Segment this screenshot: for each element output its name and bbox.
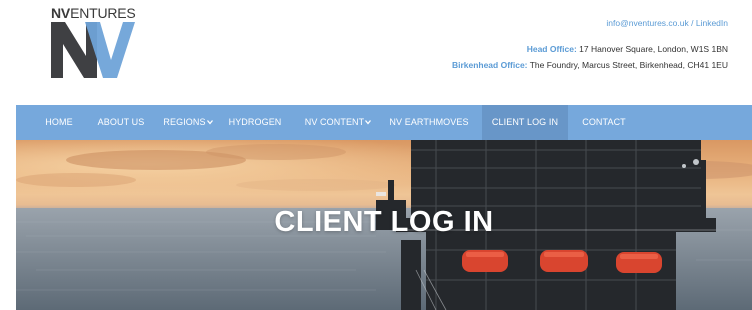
nav-item-home[interactable]: HOME xyxy=(36,105,82,140)
chevron-down-icon xyxy=(206,120,213,125)
nav-item-label: HOME xyxy=(45,117,73,127)
nav-item-label: CLIENT LOG IN xyxy=(491,117,559,127)
contact-links: info@nventures.co.uk / LinkedIn xyxy=(606,18,728,28)
nav-item-label: NV EARTHMOVES xyxy=(389,117,469,127)
head-office-text: 17 Hanover Square, London, W1S 1BN xyxy=(576,44,728,54)
nav-item-label: ABOUT US xyxy=(97,117,145,127)
logo-word-bold: NV xyxy=(51,5,71,21)
link-separator: / xyxy=(691,18,694,28)
logo-wordmark: NVENTURES xyxy=(51,5,136,21)
birkenhead-office-address: Birkenhead Office: The Foundry, Marcus S… xyxy=(452,60,728,70)
nav-item-nv-content[interactable]: NV CONTENT xyxy=(302,105,374,140)
nav-item-hydrogen[interactable]: HYDROGEN xyxy=(224,105,286,140)
head-office-label: Head Office: xyxy=(526,44,577,54)
birkenhead-office-text: The Foundry, Marcus Street, Birkenhead, … xyxy=(527,60,728,70)
head-office-address: Head Office: 17 Hanover Square, London, … xyxy=(527,44,728,54)
nav-item-label: CONTACT xyxy=(582,117,626,127)
linkedin-link[interactable]: LinkedIn xyxy=(696,18,728,28)
nav-item-nv-earthmoves[interactable]: NV EARTHMOVES xyxy=(384,105,474,140)
hero-banner: CLIENT LOG IN xyxy=(16,140,752,310)
email-link[interactable]: info@nventures.co.uk xyxy=(606,18,688,28)
nav-item-regions[interactable]: REGIONS xyxy=(160,105,216,140)
logo-word-light: ENTURES xyxy=(70,5,136,21)
chevron-down-icon xyxy=(365,120,372,125)
site-header: NVENTURES info@nventures.co.uk / LinkedI… xyxy=(0,0,752,105)
nav-item-label: NV CONTENT xyxy=(304,117,365,127)
main-navigation: HOME ABOUT US REGIONS HYDROGEN NV CONTEN… xyxy=(16,105,752,140)
nav-item-label: REGIONS xyxy=(163,117,206,127)
nv-monogram-logo-icon xyxy=(51,22,135,78)
page-title: CLIENT LOG IN xyxy=(274,206,494,238)
nav-item-about-us[interactable]: ABOUT US xyxy=(90,105,152,140)
site-logo[interactable]: NVENTURES xyxy=(51,5,136,78)
nav-item-client-log-in[interactable]: CLIENT LOG IN xyxy=(482,105,568,140)
nav-item-contact[interactable]: CONTACT xyxy=(574,105,634,140)
nav-item-label: HYDROGEN xyxy=(228,117,282,127)
birkenhead-office-label: Birkenhead Office: xyxy=(451,60,528,70)
